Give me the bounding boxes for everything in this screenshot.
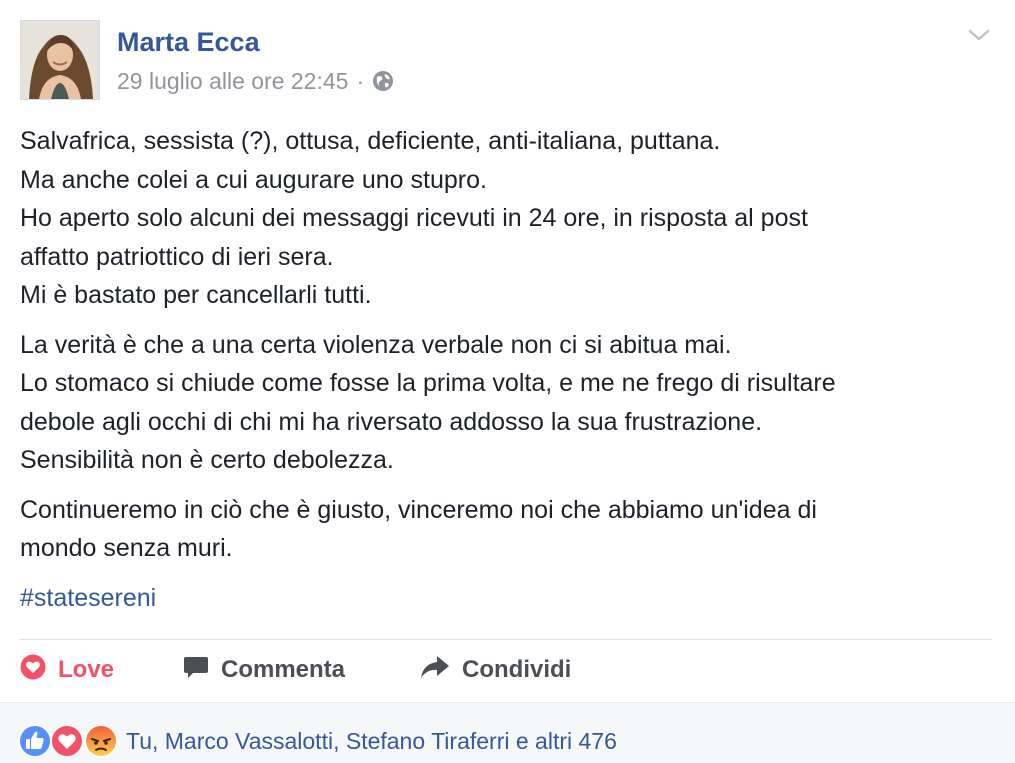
timestamp[interactable]: 29 luglio alle ore 22:45 [117,67,348,95]
share-button[interactable]: Condividi [420,648,571,692]
post-paragraph: Salvafrica, sessista (?), ottusa, defici… [20,127,808,309]
angry-icon [84,724,118,758]
author-name[interactable]: Marta Ecca [117,26,260,58]
love-label: Love [58,656,115,683]
comment-label: Commenta [221,656,346,683]
reactions-bar[interactable]: Tu, Marco Vassalotti, Stefano Tiraferri … [18,722,617,760]
like-icon [18,724,52,758]
post-header: Marta Ecca 29 luglio alle ore 22:45 · [20,20,995,102]
hashtag-link[interactable]: #statesereni [20,579,995,618]
share-label: Condividi [462,656,572,683]
share-arrow-icon [420,654,450,687]
heart-icon [20,654,46,687]
comment-button[interactable]: Commenta [183,648,345,692]
divider [20,639,992,640]
action-bar: Love Commenta Condividi [20,648,992,692]
post-paragraph: Continueremo in ciò che è giusto, vincer… [20,495,817,563]
comment-icon [183,654,209,687]
avatar[interactable] [20,20,100,100]
post-message: Salvafrica, sessista (?), ottusa, defici… [20,122,995,617]
reaction-icons [18,722,122,760]
post-meta: 29 luglio alle ore 22:45 · [117,67,394,95]
chevron-down-icon[interactable] [967,26,991,44]
reactions-summary[interactable]: Tu, Marco Vassalotti, Stefano Tiraferri … [126,728,617,755]
meta-separator: · [356,68,365,94]
love-button[interactable]: Love [20,648,114,692]
post-paragraph: La verità è che a una certa violenza ver… [20,330,836,475]
love-icon [50,724,84,758]
globe-icon[interactable] [372,70,394,92]
